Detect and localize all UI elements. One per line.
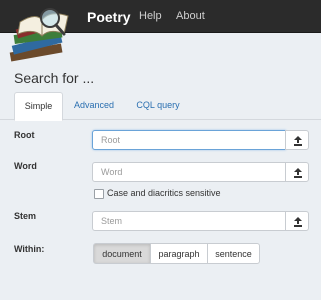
within-document-button[interactable]: document xyxy=(93,243,151,264)
upload-icon xyxy=(294,136,302,146)
nav-about-link[interactable]: About xyxy=(176,10,205,22)
word-label: Word xyxy=(14,161,37,171)
within-paragraph-button[interactable]: paragraph xyxy=(150,243,208,264)
case-sensitive-checkbox[interactable] xyxy=(94,189,104,199)
stem-input[interactable] xyxy=(92,211,286,231)
nav-help-link[interactable]: Help xyxy=(139,10,162,22)
word-upload-button[interactable] xyxy=(285,162,309,182)
book-magnifier-logo xyxy=(9,8,69,62)
upload-icon xyxy=(294,217,302,227)
stem-label: Stem xyxy=(14,211,37,221)
root-label: Root xyxy=(14,130,35,140)
case-sensitive-label: Case and diacritics sensitive xyxy=(107,188,221,198)
brand-link[interactable]: Poetry xyxy=(87,9,131,25)
within-sentence-button[interactable]: sentence xyxy=(207,243,260,264)
page-heading: Search for ... xyxy=(14,70,95,86)
root-input[interactable] xyxy=(92,130,286,150)
upload-icon xyxy=(294,168,302,178)
tab-advanced[interactable]: Advanced xyxy=(66,92,122,119)
stem-upload-button[interactable] xyxy=(285,211,309,231)
tab-simple[interactable]: Simple xyxy=(14,92,63,121)
word-input[interactable] xyxy=(92,162,286,182)
root-upload-button[interactable] xyxy=(285,130,309,150)
tab-cql-query[interactable]: CQL query xyxy=(129,92,187,119)
within-label: Within: xyxy=(14,244,45,254)
